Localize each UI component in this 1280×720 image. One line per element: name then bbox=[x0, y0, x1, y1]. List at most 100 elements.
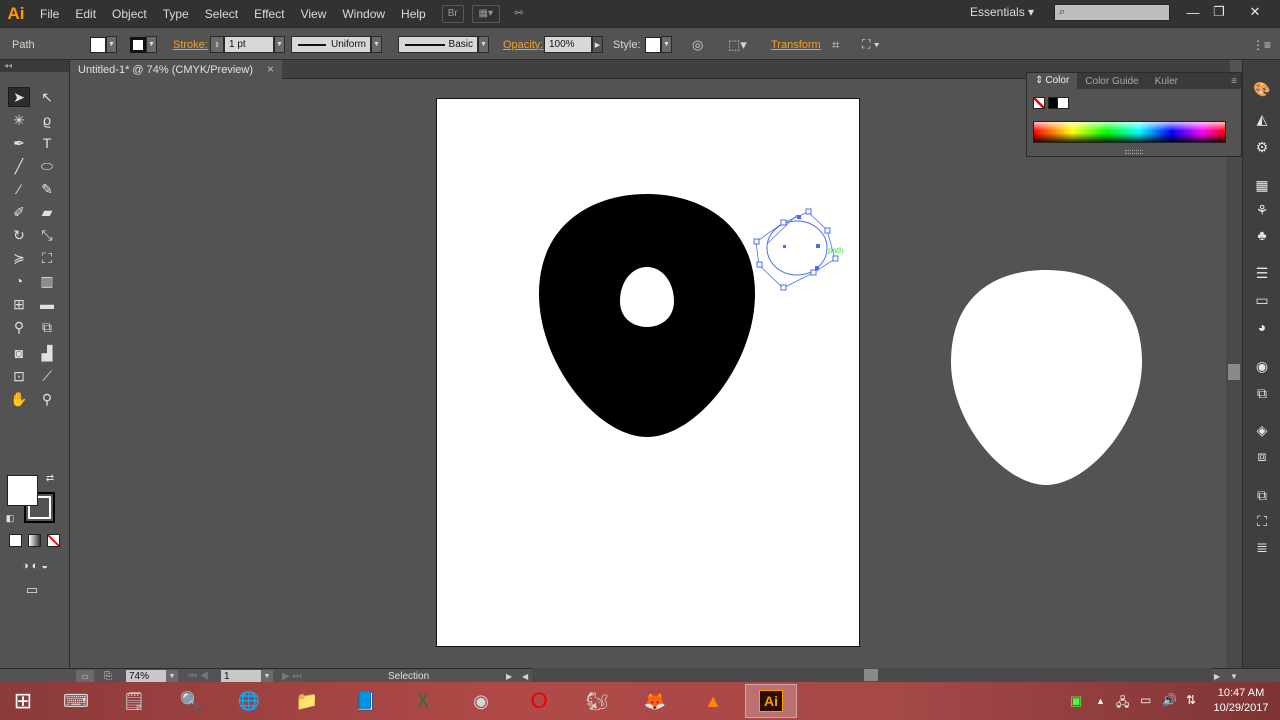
excel-icon[interactable]: X bbox=[397, 684, 449, 718]
minimize-button[interactable]: — bbox=[1182, 3, 1204, 21]
fill-color-control[interactable]: ▼ bbox=[90, 36, 117, 53]
isolate-icon[interactable]: ⌗ bbox=[832, 36, 839, 53]
eyedropper-tool-icon[interactable]: ⚲ bbox=[8, 317, 30, 337]
kuler-icon[interactable]: ⚙ bbox=[1253, 138, 1271, 156]
pathfinder-icon[interactable]: ≣ bbox=[1253, 538, 1271, 556]
scroll-left-icon[interactable]: ◀ bbox=[522, 670, 528, 682]
brush-definition[interactable]: Basic ▼ bbox=[398, 36, 489, 53]
workspace-switcher[interactable]: Essentials ▾ bbox=[970, 5, 1034, 19]
menu-select[interactable]: Select bbox=[197, 7, 246, 21]
chrome-icon[interactable]: ◉ bbox=[455, 684, 507, 718]
close-button[interactable]: ✕ bbox=[1244, 3, 1266, 21]
color-guide-icon[interactable]: ◭ bbox=[1253, 110, 1271, 128]
rotate-tool-icon[interactable]: ↻ bbox=[8, 225, 30, 245]
artboard-nav-icon[interactable]: ▭ bbox=[76, 670, 94, 682]
type-tool-icon[interactable]: T bbox=[36, 133, 58, 153]
graphic-styles-icon[interactable]: ⧉ bbox=[1253, 384, 1271, 402]
menu-type[interactable]: Type bbox=[155, 7, 197, 21]
network-icon[interactable]: 🖧 bbox=[1116, 693, 1129, 714]
gradient-icon[interactable]: ▭ bbox=[1253, 291, 1271, 309]
canvas-area[interactable]: path bbox=[70, 79, 1226, 668]
vertical-scroll-thumb[interactable] bbox=[1228, 364, 1240, 380]
menu-object[interactable]: Object bbox=[104, 7, 155, 21]
chevron-down-icon[interactable]: ▼ bbox=[166, 670, 178, 682]
pen-tool-icon[interactable]: ✒ bbox=[8, 133, 30, 153]
status-menu-icon[interactable]: ▶ bbox=[506, 670, 512, 682]
stroke-color-control[interactable]: ▼ bbox=[130, 36, 157, 53]
volume-icon[interactable]: 🔊 bbox=[1162, 693, 1177, 707]
white-egg-shape[interactable] bbox=[951, 270, 1142, 485]
variable-width-profile[interactable]: Uniform ▼ bbox=[291, 36, 382, 53]
tools-panel-header[interactable]: ◂◂ bbox=[0, 60, 69, 72]
show-hidden-icons[interactable]: ▲ bbox=[1096, 696, 1105, 706]
blob-brush-tool-icon[interactable]: ✐ bbox=[8, 202, 30, 222]
symbols-icon[interactable]: ♣ bbox=[1253, 226, 1271, 244]
free-transform-tool-icon[interactable]: ⛶ bbox=[36, 248, 58, 268]
recolor-artwork-icon[interactable]: ◎ bbox=[692, 36, 703, 53]
notepad-app-icon[interactable]: 📘 bbox=[339, 684, 391, 718]
swap-colors-icon[interactable]: ⇄ bbox=[44, 472, 56, 484]
transform-panel-link[interactable]: Transform bbox=[771, 36, 821, 53]
black-ring-shape[interactable] bbox=[539, 194, 755, 437]
screen-mode-icon[interactable]: ▭ bbox=[20, 580, 44, 600]
ellipse-tool-icon[interactable]: ⬭ bbox=[36, 156, 58, 176]
swatches-icon[interactable]: ▦ bbox=[1253, 176, 1271, 194]
document-tab[interactable]: Untitled-1* @ 74% (CMYK/Preview) × bbox=[70, 60, 282, 79]
direct-selection-tool-icon[interactable]: ↖ bbox=[36, 87, 58, 107]
zoom-field[interactable]: 74% bbox=[126, 670, 166, 682]
opacity-control[interactable]: 100% ▶ bbox=[544, 36, 603, 53]
perspective-grid-tool-icon[interactable]: ▥ bbox=[36, 271, 58, 291]
stroke-weight-control[interactable]: ⇕ 1 pt ▼ bbox=[210, 36, 285, 53]
start-button[interactable]: ⊞ bbox=[0, 684, 46, 718]
menu-help[interactable]: Help bbox=[393, 7, 434, 21]
default-colors-icon[interactable]: ◧ bbox=[4, 512, 16, 524]
pencil-tool-icon[interactable]: ✎ bbox=[36, 179, 58, 199]
none-swatch[interactable] bbox=[1033, 97, 1045, 109]
envelope-icon[interactable]: ⛶ ▾ bbox=[862, 36, 880, 53]
tab-color[interactable]: ⇕ Color bbox=[1027, 73, 1078, 89]
tab-color-guide[interactable]: Color Guide bbox=[1077, 76, 1146, 87]
panel-menu-icon[interactable]: ⋮≡ bbox=[1252, 36, 1271, 53]
lasso-tool-icon[interactable]: ϱ bbox=[36, 110, 58, 130]
artboards-icon[interactable]: ⧈ bbox=[1253, 447, 1271, 465]
drawing-modes-icon[interactable]: ◑ ◐ ◒ bbox=[6, 556, 64, 576]
panel-menu-icon[interactable]: ≡ bbox=[1223, 76, 1241, 87]
opera-icon[interactable]: O bbox=[513, 684, 565, 718]
chevron-down-icon[interactable]: ▼ bbox=[274, 36, 285, 53]
firefox-icon[interactable]: 🦊 bbox=[629, 684, 681, 718]
artboard-tool-icon[interactable]: ⊡ bbox=[8, 366, 30, 386]
notes-app-icon[interactable]: 🗒 bbox=[108, 684, 160, 718]
search-app-icon[interactable]: 🔍 bbox=[165, 684, 217, 718]
opacity-field[interactable]: 100% bbox=[544, 36, 592, 53]
align-panel-icon[interactable]: ⛶ bbox=[1253, 512, 1271, 530]
column-graph-tool-icon[interactable]: ▟ bbox=[36, 343, 58, 363]
chevron-down-icon[interactable]: ▼ bbox=[261, 670, 273, 682]
blend-tool-icon[interactable]: ⧉ bbox=[36, 317, 58, 337]
shape-builder-tool-icon[interactable]: ◔ bbox=[8, 271, 30, 291]
mesh-tool-icon[interactable]: ⊞ bbox=[8, 294, 30, 314]
magic-wand-tool-icon[interactable]: ✳ bbox=[8, 110, 30, 130]
bridge-icon[interactable]: Br bbox=[441, 4, 464, 23]
white-swatch[interactable] bbox=[1057, 97, 1069, 109]
close-tab-icon[interactable]: × bbox=[267, 62, 274, 76]
none-mode-icon[interactable] bbox=[47, 534, 60, 547]
fill-color-box[interactable] bbox=[7, 475, 38, 506]
selected-circle-path[interactable] bbox=[753, 208, 839, 291]
appearance-icon[interactable]: ◉ bbox=[1253, 357, 1271, 375]
gpu-performance-icon[interactable]: ⚯ bbox=[508, 5, 530, 23]
last-artboard-icon[interactable]: ▶ ⏭ bbox=[282, 670, 301, 682]
canvas-artwork[interactable]: path bbox=[70, 79, 1226, 668]
chevron-right-icon[interactable]: ▶ bbox=[592, 36, 603, 53]
zoom-tool-icon[interactable]: ⚲ bbox=[36, 389, 58, 409]
scroll-right-icon[interactable]: ▶ bbox=[1214, 670, 1220, 682]
tab-kuler[interactable]: Kuler bbox=[1147, 76, 1186, 87]
help-search-input[interactable]: ⌕ bbox=[1054, 4, 1170, 21]
color-panel-icon[interactable]: 🎨 bbox=[1253, 80, 1271, 98]
color-spectrum-bar[interactable] bbox=[1033, 121, 1226, 143]
color-mode-icon[interactable] bbox=[9, 534, 22, 547]
artboard-number-field[interactable]: 1 bbox=[221, 670, 261, 682]
share-icon[interactable]: ⎘ bbox=[104, 670, 112, 682]
stroke-weight-field[interactable]: 1 pt bbox=[224, 36, 274, 53]
layers-icon[interactable]: ◈ bbox=[1253, 421, 1271, 439]
file-explorer-icon[interactable]: 📁 bbox=[281, 684, 333, 718]
